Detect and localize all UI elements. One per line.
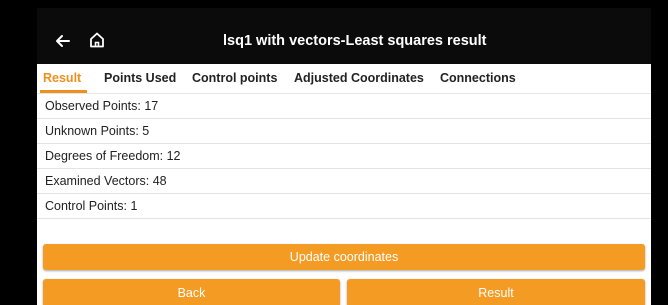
tab-control-points[interactable]: Control points bbox=[192, 71, 277, 85]
active-tab-indicator bbox=[40, 90, 87, 93]
result-row-text: Degrees of Freedom: 12 bbox=[45, 149, 181, 163]
result-row-text: Unknown Points: 5 bbox=[45, 124, 150, 138]
result-row-degrees-of-freedom: Degrees of Freedom: 12 bbox=[37, 144, 651, 169]
result-row-text: Control Points: 1 bbox=[45, 199, 138, 213]
tab-bar: Result Points Used Control points Adjust… bbox=[37, 64, 651, 94]
tab-adjusted-coordinates[interactable]: Adjusted Coordinates bbox=[294, 71, 424, 85]
result-button[interactable]: Result bbox=[347, 279, 645, 305]
back-arrow-icon[interactable] bbox=[53, 31, 73, 51]
result-row-control-points: Control Points: 1 bbox=[37, 194, 651, 219]
result-row-unknown-points: Unknown Points: 5 bbox=[37, 119, 651, 144]
update-coordinates-button[interactable]: Update coordinates bbox=[43, 244, 645, 270]
app-bar: lsq1 with vectors-Least squares result bbox=[37, 8, 651, 64]
tab-points-used[interactable]: Points Used bbox=[104, 71, 176, 85]
result-row-text: Examined Vectors: 48 bbox=[45, 174, 167, 188]
result-row-examined-vectors: Examined Vectors: 48 bbox=[37, 169, 651, 194]
page-title: lsq1 with vectors-Least squares result bbox=[223, 33, 487, 49]
tab-result[interactable]: Result bbox=[43, 71, 81, 85]
result-row-observed-points: Observed Points: 17 bbox=[37, 94, 651, 119]
home-icon[interactable] bbox=[87, 30, 107, 50]
app-screen: lsq1 with vectors-Least squares result R… bbox=[37, 8, 651, 305]
result-row-text: Observed Points: 17 bbox=[45, 99, 159, 113]
back-button[interactable]: Back bbox=[43, 279, 340, 305]
tab-connections[interactable]: Connections bbox=[440, 71, 516, 85]
